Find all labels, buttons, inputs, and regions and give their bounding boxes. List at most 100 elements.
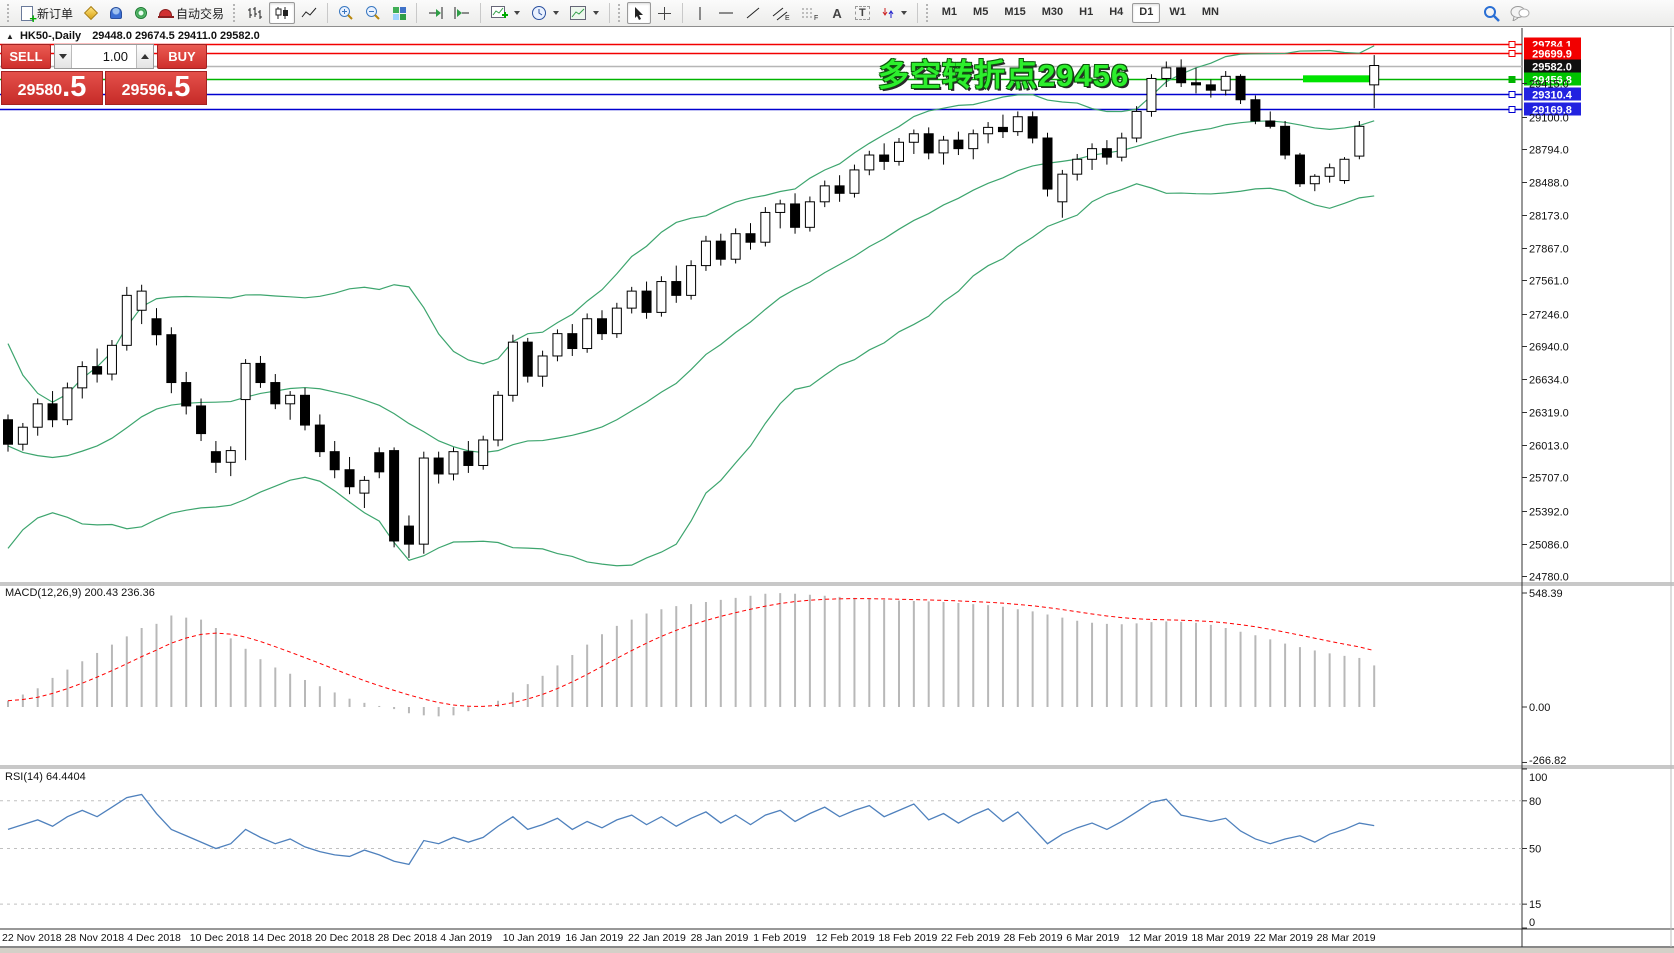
- date-axis-label[interactable]: 28 Mar 2019: [1317, 932, 1376, 944]
- chevron-down-icon: [901, 11, 907, 15]
- shapes-dropdown[interactable]: [876, 2, 912, 24]
- signals-button[interactable]: [129, 2, 153, 24]
- candle-body: [984, 127, 993, 133]
- candle-body: [523, 342, 532, 376]
- date-axis-label[interactable]: 10 Jan 2019: [503, 932, 561, 944]
- date-axis-label[interactable]: 18 Mar 2019: [1191, 932, 1250, 944]
- axis-tick-label: 29415.0: [1529, 79, 1569, 91]
- timeframe-toolbar: M1M5M15M30H1H4D1W1MN: [935, 3, 1226, 23]
- candle-body: [375, 453, 384, 472]
- candle-body: [48, 404, 57, 420]
- candle-body: [687, 266, 696, 296]
- timeframe-h4-button[interactable]: H4: [1102, 3, 1130, 23]
- buy-button[interactable]: BUY: [157, 44, 207, 69]
- zoom-out-button[interactable]: [360, 2, 386, 24]
- crosshair-tool-button[interactable]: [652, 2, 677, 24]
- sell-button[interactable]: SELL: [1, 44, 51, 69]
- timeframe-m5-button[interactable]: M5: [966, 3, 995, 23]
- vertical-line-tool-button[interactable]: [688, 2, 712, 24]
- pivot-highlight-segment[interactable]: [1303, 75, 1378, 82]
- toolbar-drag-handle[interactable]: [926, 4, 931, 22]
- date-axis-label[interactable]: 22 Jan 2019: [628, 932, 686, 944]
- trendline-tool-button[interactable]: [740, 2, 766, 24]
- candle-body: [1088, 149, 1097, 160]
- indicators-dropdown[interactable]: [486, 2, 525, 24]
- timeframe-h1-button[interactable]: H1: [1072, 3, 1100, 23]
- buy-price-button[interactable]: 29596.5: [105, 71, 207, 105]
- date-axis-label[interactable]: 28 Dec 2018: [378, 932, 438, 944]
- date-axis-label[interactable]: 28 Nov 2018: [65, 932, 125, 944]
- rsi-axis-label: 80: [1529, 796, 1541, 808]
- chart-shift-button[interactable]: [449, 2, 475, 24]
- date-axis-label[interactable]: 6 Mar 2019: [1066, 932, 1119, 944]
- candle-body: [360, 480, 369, 493]
- candle-body: [954, 140, 963, 149]
- candlestick-chart-button[interactable]: [269, 2, 295, 24]
- tile-windows-button[interactable]: [387, 2, 411, 24]
- horizontal-line-tool-button[interactable]: [713, 2, 739, 24]
- macd-label: MACD(12,26,9) 200.43 236.36: [5, 587, 155, 599]
- axis-tick-label: 25707.0: [1529, 473, 1569, 485]
- date-axis-label[interactable]: 22 Nov 2018: [2, 932, 62, 944]
- search-icon[interactable]: [1483, 5, 1500, 22]
- timeframe-d1-button[interactable]: D1: [1132, 3, 1160, 23]
- fibonacci-tool-button[interactable]: F: [796, 2, 824, 24]
- date-axis-label[interactable]: 12 Feb 2019: [816, 932, 875, 944]
- tile-windows-icon: [393, 7, 406, 20]
- templates-dropdown[interactable]: [565, 2, 604, 24]
- date-axis-label[interactable]: 16 Jan 2019: [565, 932, 623, 944]
- date-axis-label[interactable]: 28 Feb 2019: [1004, 932, 1063, 944]
- axis-tick-label: 27246.0: [1529, 310, 1569, 322]
- label-tool-button[interactable]: T: [850, 2, 875, 24]
- date-axis-label[interactable]: 4 Dec 2018: [127, 932, 181, 944]
- timeframe-m30-button[interactable]: M30: [1035, 3, 1070, 23]
- timeframe-w1-button[interactable]: W1: [1162, 3, 1193, 23]
- toolbar-drag-handle[interactable]: [618, 4, 623, 22]
- auto-scroll-button[interactable]: [422, 2, 448, 24]
- axis-tick-label: 28794.0: [1529, 145, 1569, 157]
- toolbar-drag-handle[interactable]: [7, 4, 12, 22]
- candle-body: [18, 427, 27, 444]
- timeframe-m1-button[interactable]: M1: [935, 3, 964, 23]
- periods-dropdown[interactable]: [526, 2, 564, 24]
- date-axis-label[interactable]: 20 Dec 2018: [315, 932, 375, 944]
- date-axis-label[interactable]: 14 Dec 2018: [252, 932, 312, 944]
- rsi-axis-label: 100: [1529, 772, 1547, 784]
- autotrading-button[interactable]: 自动交易: [154, 2, 229, 24]
- volume-input[interactable]: 1.00: [72, 45, 136, 68]
- new-order-button[interactable]: 新订单: [16, 2, 78, 24]
- date-axis-label[interactable]: 28 Jan 2019: [691, 932, 749, 944]
- volume-decrease-button[interactable]: [55, 45, 72, 68]
- date-axis-label[interactable]: 1 Feb 2019: [753, 932, 806, 944]
- candle-body: [1073, 159, 1082, 174]
- date-axis-label[interactable]: 12 Mar 2019: [1129, 932, 1188, 944]
- date-axis-label[interactable]: 22 Feb 2019: [941, 932, 1000, 944]
- caret-down-icon: [59, 54, 67, 59]
- chart-canvas[interactable]: 29784.129699.929582.029456.829310.429169…: [0, 0, 1674, 953]
- text-tool-button[interactable]: A: [825, 2, 849, 24]
- date-axis-label[interactable]: 10 Dec 2018: [190, 932, 250, 944]
- chat-icon[interactable]: [1510, 5, 1530, 21]
- volume-increase-button[interactable]: [136, 45, 153, 68]
- candle-body: [434, 458, 443, 474]
- date-axis-label[interactable]: 18 Feb 2019: [878, 932, 937, 944]
- collapse-arrow-icon[interactable]: ▲: [6, 32, 14, 41]
- timeframe-m15-button[interactable]: M15: [997, 3, 1032, 23]
- cursor-tool-button[interactable]: [627, 2, 651, 24]
- text-label-icon: T: [855, 6, 870, 20]
- candle-body: [761, 212, 770, 242]
- timeframe-mn-button[interactable]: MN: [1195, 3, 1226, 23]
- date-axis-label[interactable]: 4 Jan 2019: [440, 932, 492, 944]
- indicators-add-icon: [491, 6, 508, 21]
- chart-background: [0, 28, 1674, 953]
- sell-price-button[interactable]: 29580.5: [1, 71, 103, 105]
- metaeditor-button[interactable]: [79, 2, 103, 24]
- toolbar-drag-handle[interactable]: [233, 4, 238, 22]
- channel-tool-button[interactable]: E: [767, 2, 795, 24]
- community-button[interactable]: [104, 2, 128, 24]
- bar-chart-button[interactable]: [242, 2, 268, 24]
- buy-price-main: 29596: [122, 80, 167, 102]
- line-chart-button[interactable]: [296, 2, 322, 24]
- date-axis-label[interactable]: 22 Mar 2019: [1254, 932, 1313, 944]
- zoom-in-button[interactable]: [333, 2, 359, 24]
